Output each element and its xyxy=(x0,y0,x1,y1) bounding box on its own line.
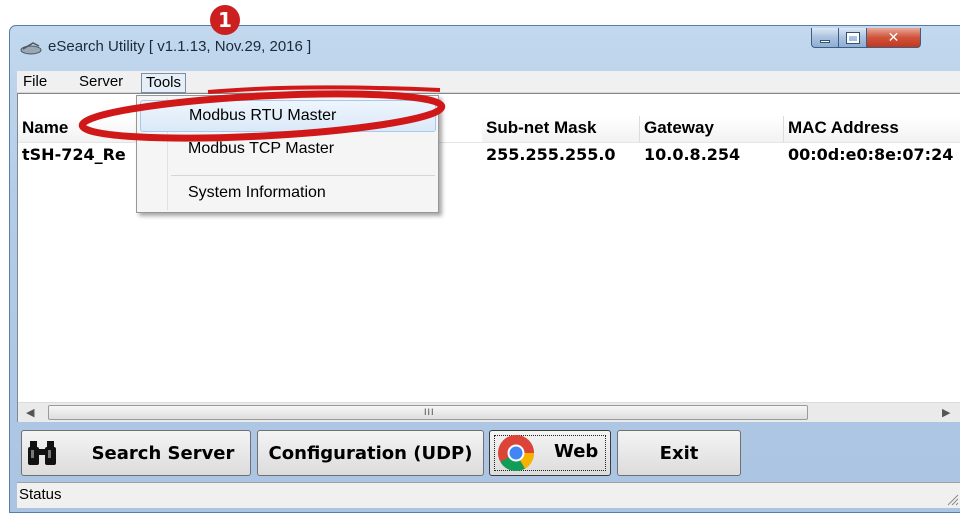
configuration-udp-button[interactable]: Configuration (UDP) xyxy=(257,430,484,476)
status-text: Status xyxy=(19,486,62,503)
close-button[interactable]: ✕ xyxy=(867,28,921,48)
scroll-right-icon[interactable]: ▶ xyxy=(942,406,950,419)
cell-subnet: 255.255.255.0 xyxy=(486,145,616,164)
web-label: Web xyxy=(554,441,599,462)
cell-mac: 00:0d:e0:8e:07:24 xyxy=(788,145,954,164)
column-header-mac[interactable]: MAC Address xyxy=(784,116,960,142)
minimize-button[interactable] xyxy=(811,28,839,48)
search-server-label: Search Server xyxy=(91,442,235,464)
minimize-icon xyxy=(820,40,830,43)
cell-gateway: 10.0.8.254 xyxy=(644,145,741,164)
binoculars-icon xyxy=(28,441,56,465)
esearch-app-icon xyxy=(20,42,42,55)
chrome-icon xyxy=(498,435,534,472)
exit-button[interactable]: Exit xyxy=(617,430,741,476)
tools-dropdown-menu: Modbus RTU Master Modbus TCP Master Syst… xyxy=(136,95,439,213)
search-server-button[interactable]: Search Server xyxy=(21,430,251,476)
menu-file[interactable]: File xyxy=(19,73,51,93)
resize-grip-icon[interactable] xyxy=(945,492,959,506)
web-button[interactable]: Web xyxy=(489,430,611,476)
menu-separator xyxy=(171,175,435,176)
menu-tools[interactable]: Tools xyxy=(141,73,187,93)
status-bar: Status xyxy=(17,482,960,508)
menu-item-modbus-rtu-master[interactable]: Modbus RTU Master xyxy=(140,100,436,132)
horizontal-scrollbar[interactable]: ◀ III ▶ xyxy=(18,402,960,422)
column-header-subnet[interactable]: Sub-net Mask xyxy=(482,116,640,142)
column-header-gateway[interactable]: Gateway xyxy=(640,116,784,142)
menu-item-system-information[interactable]: System Information xyxy=(140,178,436,210)
menu-item-modbus-tcp-master[interactable]: Modbus TCP Master xyxy=(140,134,436,166)
scroll-thumb[interactable]: III xyxy=(48,405,808,420)
column-header-name[interactable]: Name xyxy=(18,116,148,142)
scroll-grip: III xyxy=(424,407,435,417)
cell-name: tSH-724_Re xyxy=(22,145,126,164)
menu-server[interactable]: Server xyxy=(75,73,127,93)
window-title: eSearch Utility [ v1.1.13, Nov.29, 2016 … xyxy=(48,38,312,55)
maximize-icon xyxy=(845,31,860,44)
exit-label: Exit xyxy=(659,442,699,464)
button-row: Search Server Configuration (UDP) Web Ex… xyxy=(17,426,960,486)
step-marker: 1 xyxy=(210,5,240,35)
menu-bar: File Server Tools xyxy=(17,71,960,93)
maximize-button[interactable] xyxy=(839,28,867,48)
title-bar[interactable]: eSearch Utility [ v1.1.13, Nov.29, 2016 … xyxy=(10,26,960,68)
scroll-left-icon[interactable]: ◀ xyxy=(26,406,34,419)
configuration-udp-label: Configuration (UDP) xyxy=(268,442,473,464)
close-icon: ✕ xyxy=(887,29,900,45)
